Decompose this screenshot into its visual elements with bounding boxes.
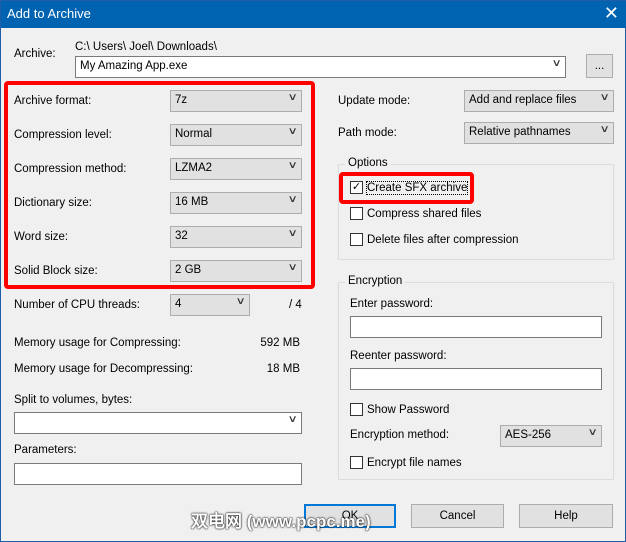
select-value: AES-256 — [505, 429, 552, 441]
memory-decompress-label: Memory usage for Decompressing: — [14, 363, 193, 375]
compress-shared-checkbox[interactable]: Compress shared files — [350, 207, 481, 220]
chevron-down-icon: ∨ — [551, 58, 562, 69]
path-mode-select[interactable]: Relative pathnames ∨ — [464, 122, 614, 144]
chevron-down-icon: ∨ — [235, 296, 246, 307]
memory-compress-value: 592 MB — [260, 337, 300, 349]
select-value: Add and replace files — [469, 94, 577, 106]
checkbox-label: Delete files after compression — [367, 233, 519, 246]
checkbox-box — [350, 207, 363, 220]
browse-button[interactable]: ... — [586, 54, 613, 78]
options-title: Options — [345, 157, 391, 169]
title-bar: Add to Archive ✕ — [1, 1, 626, 28]
memory-decompress-value: 18 MB — [266, 363, 300, 375]
checkbox-box — [350, 403, 363, 416]
select-value: 4 — [175, 298, 182, 310]
memory-compress-label: Memory usage for Compressing: — [14, 337, 181, 349]
cpu-threads-label: Number of CPU threads: — [14, 299, 140, 311]
checkbox-box — [350, 233, 363, 246]
split-volumes-label: Split to volumes, bytes: — [14, 394, 133, 406]
encryption-method-select[interactable]: AES-256 ∨ — [500, 425, 602, 447]
window-title: Add to Archive — [7, 6, 91, 21]
chevron-down-icon: ∨ — [287, 414, 298, 425]
update-mode-select[interactable]: Add and replace files ∨ — [464, 90, 614, 112]
reenter-password-input[interactable] — [350, 368, 602, 390]
checkbox-label: Show Password — [367, 403, 450, 416]
delete-after-checkbox[interactable]: Delete files after compression — [350, 233, 518, 246]
cpu-threads-max: / 4 — [289, 299, 302, 311]
show-password-checkbox[interactable]: Show Password — [350, 403, 449, 416]
update-mode-label: Update mode: — [338, 95, 411, 107]
close-icon[interactable]: ✕ — [604, 3, 619, 24]
help-button[interactable]: Help — [519, 504, 613, 528]
split-volumes-combo[interactable]: ∨ — [14, 412, 302, 434]
chevron-down-icon: ∨ — [587, 427, 598, 438]
checkbox-label: Encrypt file names — [367, 456, 462, 469]
checkbox-label: Compress shared files — [367, 207, 482, 220]
encryption-title: Encryption — [345, 275, 406, 287]
highlight-box — [4, 81, 315, 289]
archive-path: C:\ Users\ Joel\ Downloads\ — [75, 41, 217, 53]
parameters-input[interactable] — [14, 463, 302, 485]
cpu-threads-select[interactable]: 4 ∨ — [170, 294, 250, 316]
chevron-down-icon: ∨ — [599, 124, 610, 135]
path-mode-label: Path mode: — [338, 127, 397, 139]
checkbox-box — [350, 456, 363, 469]
encryption-method-label: Encryption method: — [350, 429, 450, 441]
archive-name-value: My Amazing App.exe — [80, 60, 188, 72]
encrypt-names-checkbox[interactable]: Encrypt file names — [350, 456, 462, 469]
highlight-box — [339, 172, 474, 204]
cancel-button[interactable]: Cancel — [411, 504, 504, 528]
reenter-password-label: Reenter password: — [350, 350, 447, 362]
archive-label: Archive: — [14, 48, 56, 60]
enter-password-label: Enter password: — [350, 298, 434, 310]
enter-password-input[interactable] — [350, 316, 602, 338]
watermark: 双电网 (www.pcpc.me) — [191, 512, 371, 531]
chevron-down-icon: ∨ — [599, 92, 610, 103]
parameters-label: Parameters: — [14, 444, 77, 456]
select-value: Relative pathnames — [469, 126, 571, 138]
archive-name-combo[interactable]: My Amazing App.exe ∨ — [75, 56, 566, 78]
